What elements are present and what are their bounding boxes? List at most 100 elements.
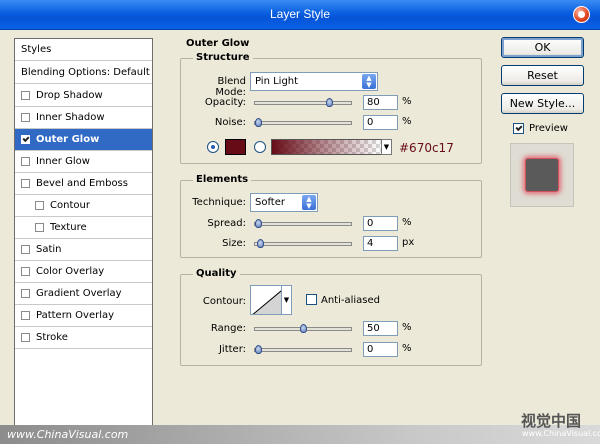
- opacity-label: Opacity:: [204, 97, 246, 108]
- blend-mode-label: Blend Mode:: [215, 76, 246, 98]
- size-slider[interactable]: [254, 239, 352, 248]
- title-bar: Layer Style: [0, 0, 600, 30]
- contour-label: Contour:: [202, 296, 246, 307]
- window-title: Layer Style: [269, 7, 331, 21]
- blending-options-item[interactable]: Blending Options: Default: [15, 62, 152, 84]
- style-item-checkbox[interactable]: [21, 113, 30, 122]
- watermark-url-left: www.ChinaVisual.com: [7, 428, 129, 441]
- style-item-label: Inner Glow: [36, 156, 90, 167]
- glow-gradient-picker[interactable]: [271, 139, 382, 155]
- jitter-slider[interactable]: [254, 345, 352, 354]
- noise-slider-thumb[interactable]: [255, 118, 262, 127]
- range-slider[interactable]: [254, 324, 352, 333]
- style-item-checkbox[interactable]: [21, 91, 30, 100]
- elements-title: Elements: [193, 174, 252, 185]
- technique-label: Technique:: [192, 197, 246, 208]
- outer-glow-heading: Outer Glow: [186, 38, 250, 49]
- ok-button[interactable]: OK: [501, 37, 584, 58]
- quality-title: Quality: [193, 268, 240, 279]
- size-field[interactable]: 4: [363, 236, 398, 251]
- style-item-label: Gradient Overlay: [36, 288, 122, 299]
- jitter-label: Jitter:: [218, 344, 246, 355]
- style-item-inner-shadow[interactable]: Inner Shadow: [15, 107, 152, 129]
- blend-mode-value: Pin Light: [255, 76, 299, 87]
- style-item-checkbox[interactable]: [21, 311, 30, 320]
- color-hex-label: #670c17: [399, 141, 454, 155]
- style-preview: [510, 143, 574, 207]
- range-field[interactable]: 50: [363, 321, 398, 336]
- style-item-label: Drop Shadow: [36, 90, 103, 101]
- preview-label: Preview: [529, 123, 568, 134]
- style-item-checkbox[interactable]: [21, 333, 30, 342]
- style-item-label: Bevel and Emboss: [36, 178, 128, 189]
- noise-field[interactable]: 0: [363, 115, 398, 130]
- structure-title: Structure: [193, 52, 253, 63]
- styles-header[interactable]: Styles: [15, 39, 152, 61]
- size-label: Size:: [222, 238, 246, 249]
- range-unit: %: [402, 322, 412, 333]
- close-icon[interactable]: [573, 6, 590, 23]
- style-item-checkbox[interactable]: [21, 245, 30, 254]
- spread-slider[interactable]: [254, 219, 352, 228]
- chevron-down-icon[interactable]: ▼: [281, 285, 292, 315]
- range-label: Range:: [210, 323, 246, 334]
- style-item-checkbox[interactable]: [35, 223, 44, 232]
- style-item-outer-glow[interactable]: Outer Glow: [15, 129, 152, 151]
- jitter-unit: %: [402, 343, 412, 354]
- watermark-logo: 视觉中国: [521, 412, 582, 430]
- technique-select[interactable]: Softer ▲ ▼: [250, 193, 318, 212]
- opacity-field[interactable]: 80: [363, 95, 398, 110]
- style-item-checkbox[interactable]: [21, 157, 30, 166]
- style-item-inner-glow[interactable]: Inner Glow: [15, 151, 152, 173]
- jitter-field[interactable]: 0: [363, 342, 398, 357]
- size-unit: px: [402, 237, 415, 248]
- blend-mode-select[interactable]: Pin Light ▲ ▼: [250, 72, 378, 91]
- glow-color-swatch[interactable]: [225, 139, 246, 155]
- noise-label: Noise:: [214, 117, 246, 128]
- style-item-bevel-and-emboss[interactable]: Bevel and Emboss: [15, 173, 152, 195]
- style-item-label: Texture: [50, 222, 87, 233]
- style-item-label: Color Overlay: [36, 266, 105, 277]
- style-item-color-overlay[interactable]: Color Overlay: [15, 261, 152, 283]
- style-item-checkbox[interactable]: [21, 267, 30, 276]
- range-slider-thumb[interactable]: [300, 324, 307, 333]
- jitter-slider-thumb[interactable]: [255, 345, 262, 354]
- styles-list: Styles Blending Options: Default Drop Sh…: [14, 38, 153, 428]
- style-item-drop-shadow[interactable]: Drop Shadow: [15, 85, 152, 107]
- style-item-checkbox[interactable]: [35, 201, 44, 210]
- gradient-radio[interactable]: [254, 141, 266, 153]
- opacity-slider-thumb[interactable]: [326, 98, 333, 107]
- preview-thumbnail: [525, 158, 559, 192]
- size-slider-thumb[interactable]: [257, 239, 264, 248]
- style-item-texture[interactable]: Texture: [15, 217, 152, 239]
- style-item-stroke[interactable]: Stroke: [15, 327, 152, 349]
- style-item-checkbox[interactable]: [21, 179, 30, 188]
- style-item-label: Contour: [50, 200, 90, 211]
- style-item-label: Pattern Overlay: [36, 310, 115, 321]
- style-item-label: Inner Shadow: [36, 112, 105, 123]
- style-item-checkbox[interactable]: [21, 289, 30, 298]
- noise-slider[interactable]: [254, 118, 352, 127]
- spread-label: Spread:: [207, 218, 246, 229]
- spread-field[interactable]: 0: [363, 216, 398, 231]
- noise-unit: %: [402, 116, 412, 127]
- style-item-label: Outer Glow: [36, 134, 100, 145]
- style-item-gradient-overlay[interactable]: Gradient Overlay: [15, 283, 152, 305]
- new-style-button[interactable]: New Style...: [501, 93, 584, 114]
- preview-checkbox[interactable]: [513, 123, 524, 134]
- opacity-unit: %: [402, 96, 412, 107]
- spread-slider-thumb[interactable]: [255, 219, 262, 228]
- style-item-pattern-overlay[interactable]: Pattern Overlay: [15, 305, 152, 327]
- style-item-checkbox[interactable]: [21, 135, 30, 144]
- chevron-up-down-icon: ▲ ▼: [362, 74, 376, 89]
- solid-color-radio[interactable]: [207, 141, 219, 153]
- watermark-url-right: www.ChinaVisual.com: [522, 429, 600, 438]
- opacity-slider[interactable]: [254, 98, 352, 107]
- reset-button[interactable]: Reset: [501, 65, 584, 86]
- anti-aliased-checkbox[interactable]: [306, 294, 317, 305]
- style-item-label: Stroke: [36, 332, 68, 343]
- chevron-down-icon[interactable]: ▼: [381, 139, 392, 155]
- style-item-label: Satin: [36, 244, 62, 255]
- style-item-contour[interactable]: Contour: [15, 195, 152, 217]
- style-item-satin[interactable]: Satin: [15, 239, 152, 261]
